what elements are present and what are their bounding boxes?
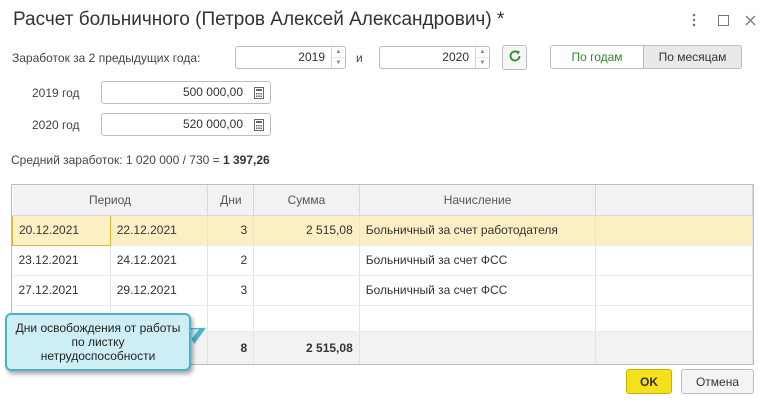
average-earnings-result: 1 397,26 <box>222 153 270 167</box>
sum-cell[interactable] <box>253 275 360 306</box>
accrual-cell[interactable]: Больничный за счет ФСС <box>359 275 597 306</box>
sum-cell[interactable]: 2 515,08 <box>253 215 360 246</box>
year2-value: 2020 <box>442 50 469 64</box>
footer-sum-total: 2 515,08 <box>253 330 360 364</box>
year-row-label: 2019 год <box>32 86 80 100</box>
refresh-button[interactable] <box>502 45 527 70</box>
window-title: Расчет больничного (Петров Алексей Алекс… <box>13 9 505 30</box>
footer-days-total: 8 <box>207 330 255 364</box>
header-extra <box>595 185 753 216</box>
header-period[interactable]: Период <box>12 185 209 216</box>
period-to[interactable]: 22.12.2021 <box>110 215 209 246</box>
calculator-icon[interactable] <box>248 114 270 135</box>
average-earnings-formula: Средний заработок: 1 020 000 / 730 = <box>11 153 223 167</box>
more-vert-icon[interactable] <box>684 10 704 30</box>
days-cell[interactable]: 2 <box>207 245 255 276</box>
table-row[interactable]: 20.12.2021 22.12.2021 3 2 515,08 Больнич… <box>12 214 753 246</box>
ok-button[interactable]: OK <box>626 369 672 394</box>
average-earnings-text: Средний заработок: 1 020 000 / 730 = 1 3… <box>11 153 270 167</box>
extra-cell <box>595 275 753 306</box>
year-row-label: 2020 год <box>32 118 80 132</box>
toggle-by-years[interactable]: По годам <box>550 45 644 69</box>
close-icon[interactable] <box>740 10 760 30</box>
callout-note: Дни освобождения от работы по листку нет… <box>5 313 191 371</box>
period-to[interactable]: 29.12.2021 <box>110 275 209 306</box>
period-toggle: По годам По месяцам <box>550 45 742 69</box>
year2-amount-field[interactable]: 520 000,00 <box>101 113 271 136</box>
cancel-button[interactable]: Отмена <box>681 369 754 394</box>
calculator-icon[interactable] <box>248 82 270 103</box>
year1-amount-field[interactable]: 500 000,00 <box>101 81 271 104</box>
spin-down-icon[interactable]: ▼ <box>332 58 345 68</box>
accrual-cell[interactable]: Больничный за счет ФСС <box>359 245 597 276</box>
period-from[interactable]: 20.12.2021 <box>12 214 111 246</box>
extra-cell <box>595 245 753 276</box>
days-cell[interactable]: 3 <box>207 275 255 306</box>
period-from[interactable]: 23.12.2021 <box>12 245 111 276</box>
spin-down-icon[interactable]: ▼ <box>476 58 489 68</box>
table-row[interactable]: 23.12.2021 24.12.2021 2 Больничный за сч… <box>12 245 753 276</box>
header-days[interactable]: Дни <box>207 185 255 216</box>
callout-text: Дни освобождения от работы по листку нет… <box>15 321 181 363</box>
year1-amount: 500 000,00 <box>182 85 243 99</box>
extra-cell <box>595 215 753 246</box>
year2-spinner[interactable]: 2020 ▲ ▼ <box>379 46 490 69</box>
sum-cell[interactable] <box>253 245 360 276</box>
refresh-icon <box>508 49 522 66</box>
spin-up-icon[interactable]: ▲ <box>476 47 489 58</box>
accrual-cell[interactable]: Больничный за счет работодателя <box>359 215 597 246</box>
and-label: и <box>356 51 363 65</box>
toggle-by-months[interactable]: По месяцам <box>644 45 742 69</box>
maximize-icon[interactable] <box>713 10 733 30</box>
period-to[interactable]: 24.12.2021 <box>110 245 209 276</box>
days-cell[interactable]: 3 <box>207 215 255 246</box>
year1-spinner[interactable]: 2019 ▲ ▼ <box>235 46 346 69</box>
header-sum[interactable]: Сумма <box>253 185 360 216</box>
earnings-label: Заработок за 2 предыдущих года: <box>12 51 201 65</box>
year1-value: 2019 <box>298 50 325 64</box>
header-accrual[interactable]: Начисление <box>359 185 597 216</box>
spin-up-icon[interactable]: ▲ <box>332 47 345 58</box>
table-row[interactable]: 27.12.2021 29.12.2021 3 Больничный за сч… <box>12 275 753 306</box>
year2-amount: 520 000,00 <box>182 117 243 131</box>
period-from[interactable]: 27.12.2021 <box>12 275 111 306</box>
